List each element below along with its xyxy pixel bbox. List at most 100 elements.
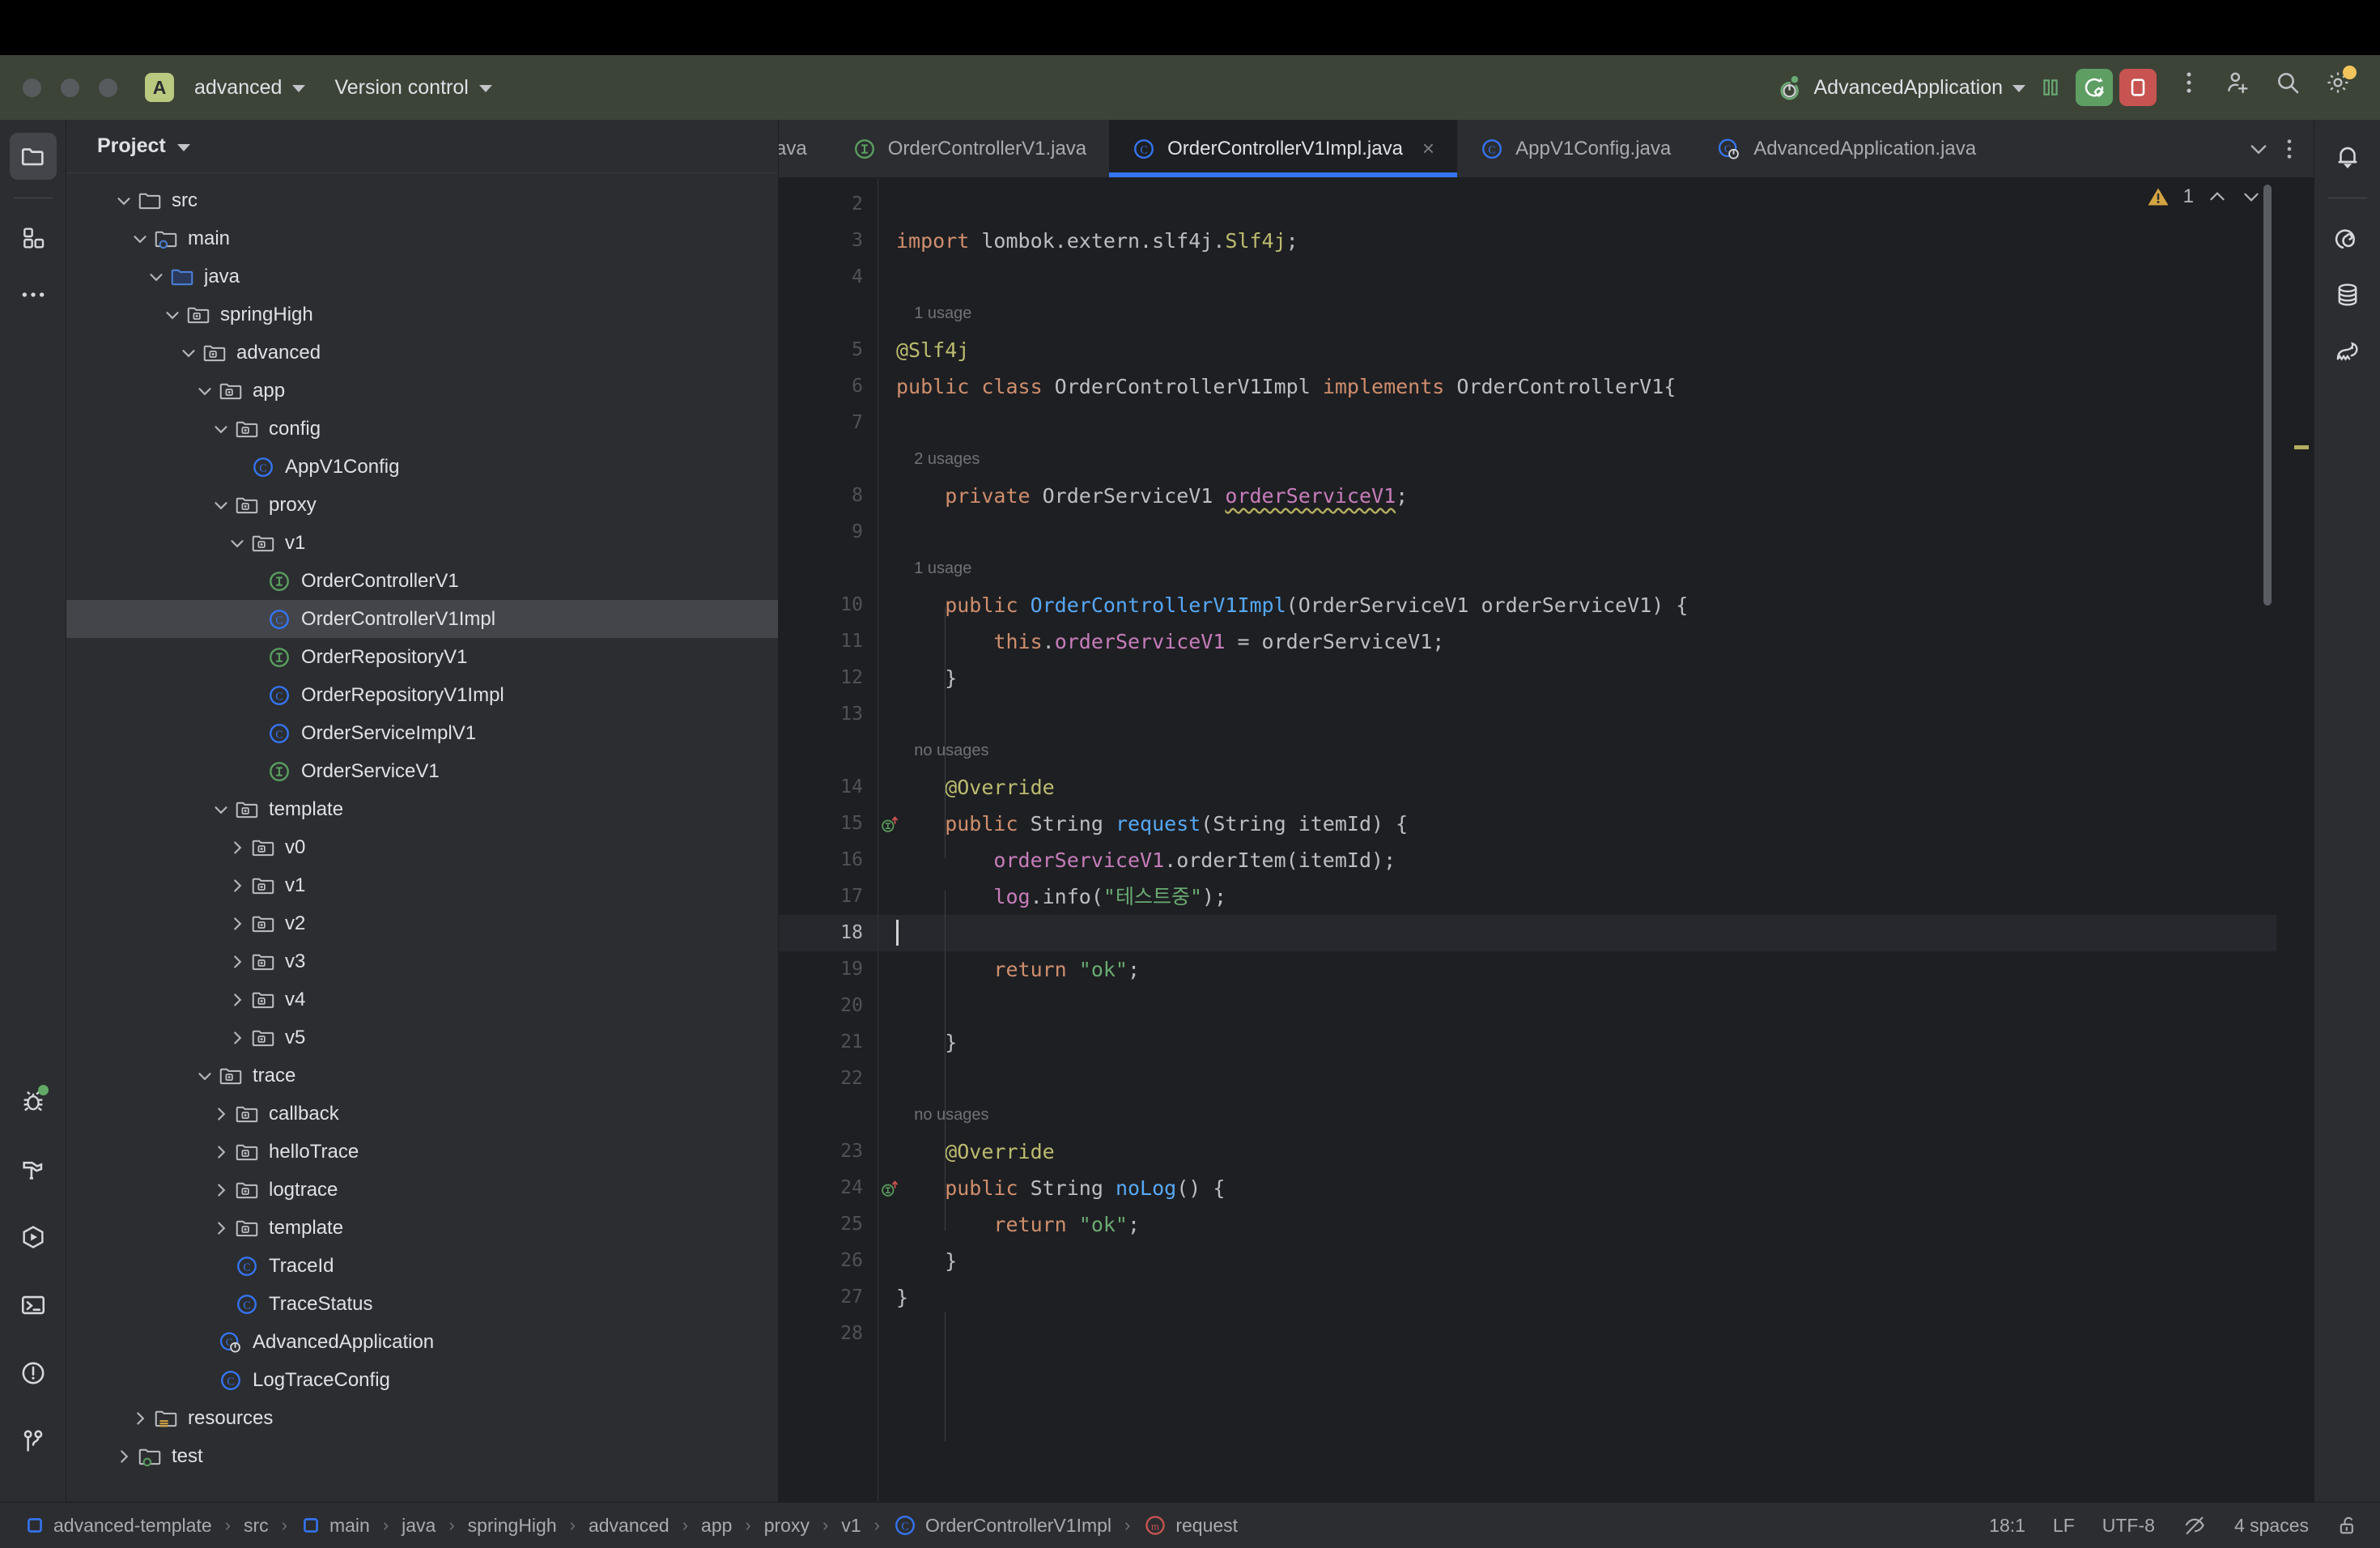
problems-tool-window-button[interactable]	[10, 1350, 57, 1397]
notifications-button[interactable]	[2324, 133, 2371, 180]
tree-node-ordercontrollerv1impl[interactable]: C OrderControllerV1Impl	[66, 600, 778, 638]
tree-node-orderserviceimplv1[interactable]: C OrderServiceImplV1	[66, 714, 778, 752]
tree-node-logtrace[interactable]: logtrace	[66, 1171, 778, 1209]
code-line[interactable]: public OrderControllerV1Impl(OrderServic…	[878, 587, 2276, 623]
tree-node-orderrepositoryv1[interactable]: OrderRepositoryV1	[66, 638, 778, 676]
tree-node-v3[interactable]: v3	[66, 942, 778, 980]
line-number[interactable]: 28	[779, 1316, 878, 1352]
breadcrumb-item-v1[interactable]: v1	[838, 1515, 864, 1537]
pause-button[interactable]	[2032, 69, 2069, 106]
usage-hint[interactable]: 1 usage	[878, 551, 2276, 587]
editor-tab-ava[interactable]: ava	[779, 120, 830, 177]
tree-node-advanced[interactable]: advanced	[66, 334, 778, 372]
tree-node-logtraceconfig[interactable]: C LogTraceConfig	[66, 1361, 778, 1399]
line-number[interactable]: 6	[779, 368, 878, 405]
database-tool-window-button[interactable]	[2324, 271, 2371, 318]
tree-node-test[interactable]: test	[66, 1437, 778, 1475]
code-line[interactable]: this.orderServiceV1 = orderServiceV1;	[878, 623, 2276, 660]
tree-node-java[interactable]: java	[66, 257, 778, 296]
tree-node-orderservicev1[interactable]: OrderServiceV1	[66, 752, 778, 790]
tree-toggle-arrow[interactable]	[194, 381, 215, 402]
tree-node-v5[interactable]: v5	[66, 1019, 778, 1057]
settings-gear-icon[interactable]	[2318, 63, 2357, 102]
line-number[interactable]: 13	[779, 696, 878, 733]
inspection-widget[interactable]: 1	[2146, 185, 2262, 209]
tree-toggle-arrow[interactable]	[227, 989, 248, 1010]
usage-hint[interactable]: 1 usage	[878, 296, 2276, 332]
tree-toggle-arrow[interactable]	[178, 342, 199, 364]
line-number[interactable]: 8	[779, 478, 878, 514]
rerun-debug-button[interactable]	[2076, 69, 2113, 106]
tree-node-hellotrace[interactable]: helloTrace	[66, 1133, 778, 1171]
tree-node-v2[interactable]: v2	[66, 904, 778, 942]
code-line[interactable]	[878, 988, 2276, 1024]
caret-position-label[interactable]: 18:1	[1989, 1515, 2025, 1537]
code-line[interactable]: log.info("테스트중");	[878, 878, 2276, 915]
editor-tab-bar[interactable]: ava OrderControllerV1.java C OrderControl…	[779, 120, 2314, 178]
tree-node-src[interactable]: src	[66, 181, 778, 219]
line-number[interactable]: 23	[779, 1133, 878, 1170]
breadcrumb-item-springhigh[interactable]: springHigh	[465, 1515, 560, 1537]
editor-tab-ordercontrollerv1-java[interactable]: OrderControllerV1.java	[830, 120, 1109, 177]
line-number[interactable]: 27	[779, 1279, 878, 1316]
line-number[interactable]: 2	[779, 186, 878, 223]
code-line[interactable]: }	[878, 660, 2276, 696]
tree-node-v4[interactable]: v4	[66, 980, 778, 1019]
minimize-window-button[interactable]	[61, 78, 79, 97]
editor-line-number-gutter[interactable]: 234 567 89 10 11 12 13 14 15 16 17 18 19 20 21 22 …	[779, 178, 899, 1502]
editor-code-area[interactable]: import lombok.extern.slf4j.Slf4j; 1 usag…	[878, 178, 2276, 1502]
inspections-off-icon[interactable]	[2182, 1513, 2207, 1537]
stop-button[interactable]	[2119, 69, 2157, 106]
commit-tool-window-button[interactable]	[10, 215, 57, 262]
line-number[interactable]: 14	[779, 769, 878, 806]
tree-node-advancedapplication[interactable]: C AdvancedApplication	[66, 1323, 778, 1361]
terminal-tool-window-button[interactable]	[10, 1282, 57, 1329]
code-line[interactable]	[878, 514, 2276, 551]
code-line[interactable]: @Override	[878, 1133, 2276, 1170]
project-tool-window-button[interactable]	[9, 133, 57, 180]
line-number[interactable]: 3	[779, 223, 878, 259]
run-configuration-selector[interactable]: AdvancedApplication	[1777, 74, 2025, 101]
tree-node-callback[interactable]: callback	[66, 1095, 778, 1133]
code-line[interactable]	[878, 186, 2276, 223]
tree-toggle-arrow[interactable]	[227, 533, 248, 554]
debug-tool-window-button[interactable]	[10, 1078, 57, 1125]
editor-error-stripe[interactable]	[2276, 178, 2314, 1502]
code-line[interactable]: }	[878, 1279, 2276, 1316]
code-line[interactable]: return "ok";	[878, 951, 2276, 988]
tree-toggle-arrow[interactable]	[210, 1104, 232, 1125]
code-line[interactable]	[878, 1316, 2276, 1352]
project-name-dropdown[interactable]: advanced	[186, 71, 313, 104]
code-line[interactable]: }	[878, 1243, 2276, 1279]
editor-tab-appv1config-java[interactable]: C AppV1Config.java	[1457, 120, 1694, 177]
build-tool-window-button[interactable]	[10, 1146, 57, 1193]
code-line[interactable]: public class OrderControllerV1Impl imple…	[878, 368, 2276, 405]
vertical-ellipsis-icon[interactable]	[2286, 138, 2293, 160]
tree-node-tracestatus[interactable]: C TraceStatus	[66, 1285, 778, 1323]
line-number[interactable]: 22	[779, 1061, 878, 1097]
line-number[interactable]: 18	[779, 915, 878, 951]
tree-toggle-arrow[interactable]	[210, 1218, 232, 1239]
tree-toggle-arrow[interactable]	[210, 799, 232, 820]
project-panel-header[interactable]: Project	[66, 120, 778, 173]
code-line[interactable]	[878, 915, 2276, 951]
indent-label[interactable]: 4 spaces	[2234, 1515, 2309, 1537]
breadcrumb-item-app[interactable]: app	[698, 1515, 735, 1537]
tree-toggle-arrow[interactable]	[130, 1408, 151, 1429]
encoding-label[interactable]: UTF-8	[2102, 1515, 2155, 1537]
close-tab-icon[interactable]: ×	[1422, 136, 1434, 161]
search-everywhere-icon[interactable]	[2268, 63, 2307, 102]
code-line[interactable]: @Slf4j	[878, 332, 2276, 368]
code-line[interactable]: orderServiceV1.orderItem(itemId);	[878, 842, 2276, 878]
tree-node-v1[interactable]: v1	[66, 524, 778, 562]
code-line[interactable]: @Override	[878, 769, 2276, 806]
line-number[interactable]: 17	[779, 878, 878, 915]
tree-node-template[interactable]: template	[66, 1209, 778, 1247]
line-separator-label[interactable]: LF	[2053, 1515, 2075, 1537]
line-number[interactable]: 12	[779, 660, 878, 696]
breadcrumb-item-main[interactable]: main	[297, 1515, 373, 1537]
line-number[interactable]: 11	[779, 623, 878, 660]
editor-tab-ordercontrollerv1impl-java[interactable]: C OrderControllerV1Impl.java ×	[1109, 120, 1458, 177]
usage-hint[interactable]: no usages	[878, 733, 2276, 769]
tree-toggle-arrow[interactable]	[210, 1142, 232, 1163]
